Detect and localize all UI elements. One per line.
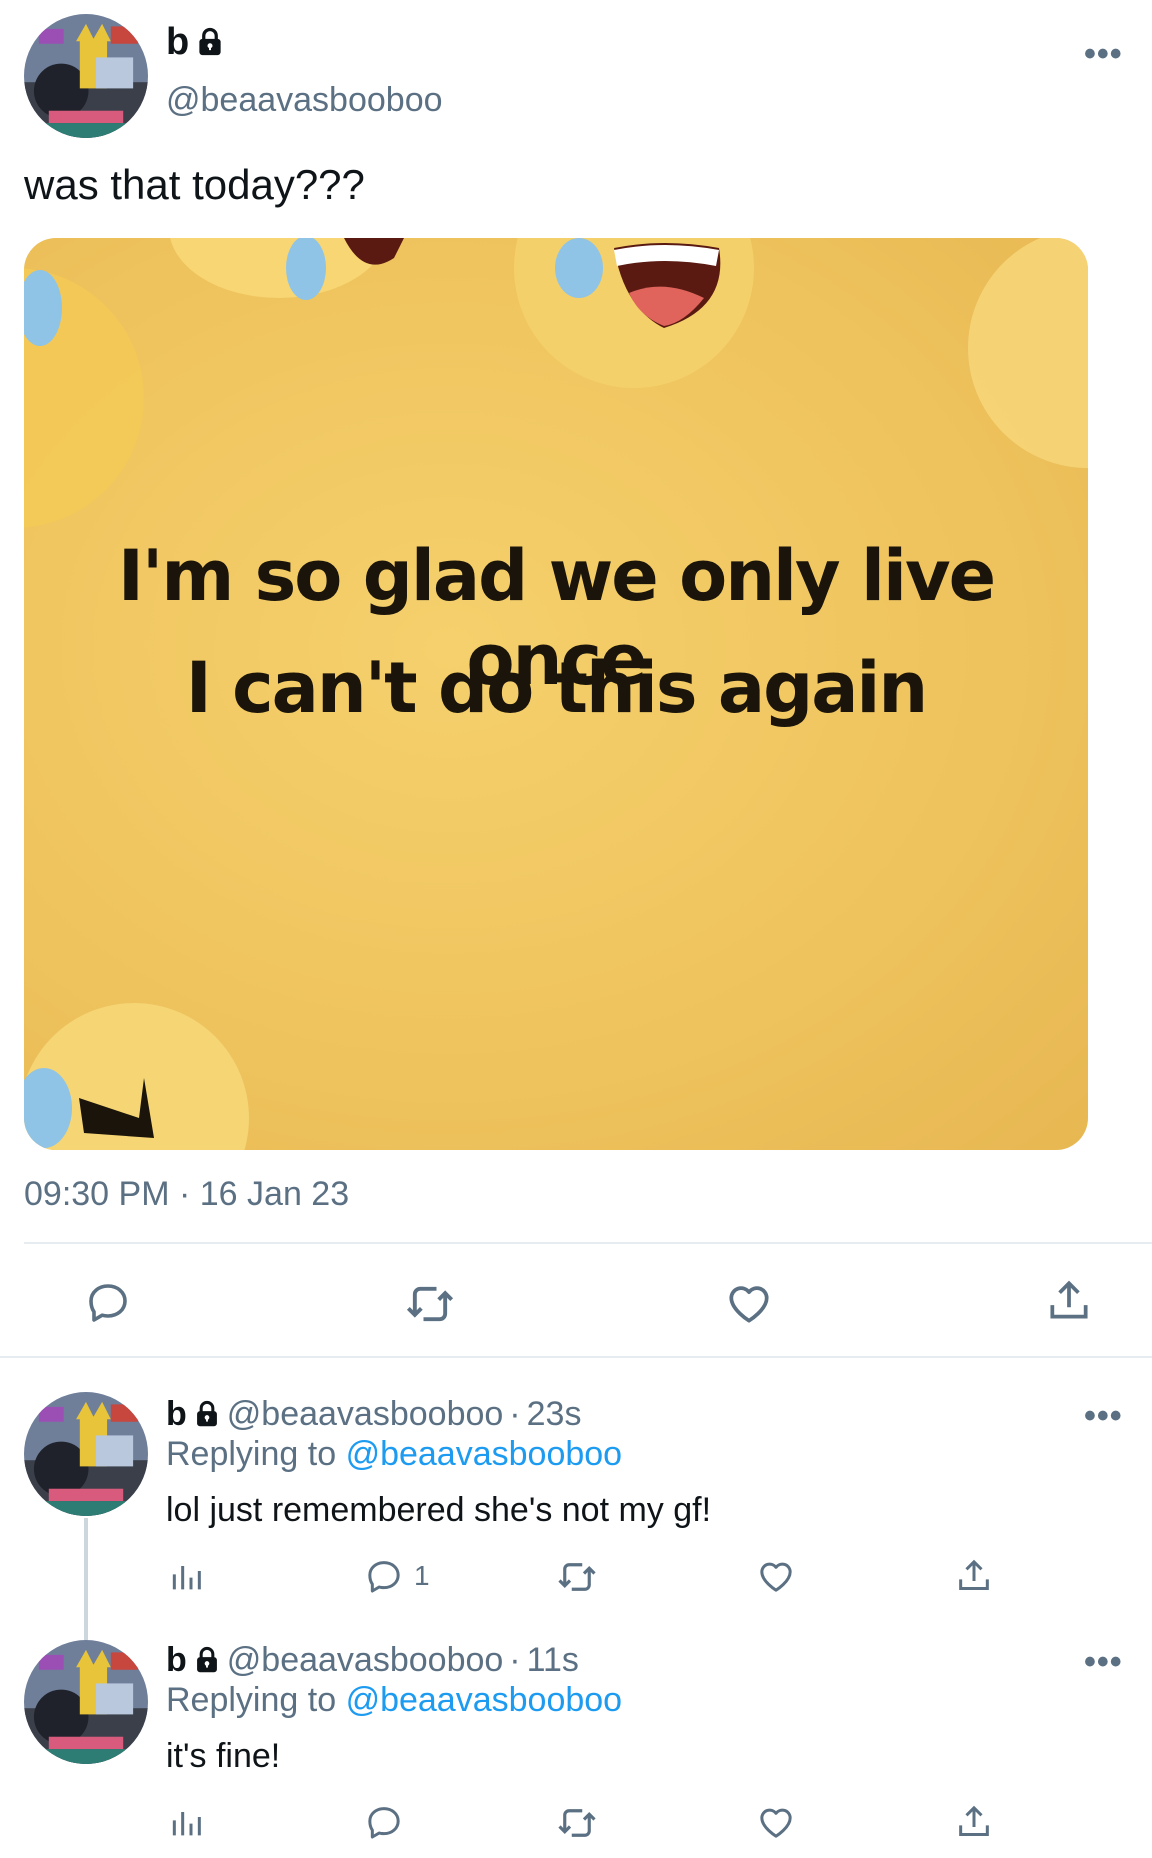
share-button[interactable] <box>954 1556 994 1596</box>
lock-icon <box>193 1646 221 1674</box>
like-icon <box>756 1556 796 1596</box>
avatar[interactable] <box>24 1640 148 1764</box>
share-icon <box>1044 1276 1094 1326</box>
like-icon <box>724 1278 774 1328</box>
timestamp-separator: · <box>178 1175 191 1213</box>
divider <box>24 1242 1152 1244</box>
reply-text: it's fine! <box>166 1737 281 1775</box>
header-separator: · <box>509 1395 521 1433</box>
reply-age[interactable]: 23s <box>527 1394 582 1434</box>
like-button[interactable] <box>756 1556 796 1596</box>
replying-to-prefix: Replying to <box>166 1681 337 1719</box>
lock-icon <box>195 27 225 57</box>
analytics-button[interactable] <box>166 1802 206 1842</box>
retweet-button[interactable] <box>404 1278 456 1330</box>
like-button[interactable] <box>724 1278 774 1328</box>
retweet-icon <box>556 1802 598 1844</box>
replying-to-prefix: Replying to <box>166 1435 337 1473</box>
analytics-icon <box>166 1802 206 1842</box>
reply-icon <box>364 1556 404 1596</box>
display-name[interactable]: b <box>166 1394 187 1434</box>
tweet-date: 16 Jan 23 <box>199 1175 350 1213</box>
thread-line <box>84 1518 88 1640</box>
author-handle[interactable]: @beaavasbooboo <box>227 1394 504 1434</box>
more-icon[interactable]: ••• <box>1084 37 1123 71</box>
author-handle[interactable]: @beaavasbooboo <box>227 1640 504 1680</box>
retweet-icon <box>404 1278 456 1330</box>
display-name[interactable]: b <box>166 1640 187 1680</box>
reply-header: b @beaavasbooboo · 23s <box>166 1394 581 1434</box>
more-icon[interactable]: ••• <box>1084 1645 1123 1679</box>
share-button[interactable] <box>954 1802 994 1842</box>
retweet-button[interactable] <box>556 1556 598 1598</box>
share-icon <box>954 1556 994 1596</box>
header-separator: · <box>509 1641 521 1679</box>
share-button[interactable] <box>1044 1276 1094 1326</box>
tweet-time: 09:30 PM <box>24 1175 170 1213</box>
avatar[interactable] <box>24 14 148 138</box>
author-name[interactable]: b <box>166 20 225 64</box>
tweet-timestamp[interactable]: 09:30 PM · 16 Jan 23 <box>24 1172 349 1216</box>
analytics-icon <box>166 1556 206 1596</box>
avatar[interactable] <box>24 1392 148 1516</box>
reply-age[interactable]: 11s <box>527 1640 579 1680</box>
reply-button[interactable] <box>364 1802 414 1842</box>
display-name: b <box>166 21 190 63</box>
more-icon[interactable]: ••• <box>1084 1399 1123 1433</box>
reply-count: 1 <box>414 1560 430 1591</box>
tweet-image[interactable]: I'm so glad we only live once I can't do… <box>24 238 1088 1150</box>
like-button[interactable] <box>756 1802 796 1842</box>
reply-header: b @beaavasbooboo · 11s <box>166 1640 579 1680</box>
image-text-line-2: I can't do this again <box>185 647 929 729</box>
reply-button[interactable]: 1 <box>364 1556 430 1596</box>
retweet-button[interactable] <box>556 1802 598 1844</box>
reply-icon <box>84 1278 132 1326</box>
replying-to: Replying to @beaavasbooboo <box>166 1434 622 1474</box>
replying-to-handle[interactable]: @beaavasbooboo <box>346 1435 623 1473</box>
share-icon <box>954 1802 994 1842</box>
tweet-text: was that today??? <box>24 161 365 208</box>
reply-icon <box>364 1802 404 1842</box>
reply-button[interactable] <box>84 1278 132 1326</box>
divider <box>0 1356 1152 1358</box>
replying-to: Replying to @beaavasbooboo <box>166 1680 622 1720</box>
replying-to-handle[interactable]: @beaavasbooboo <box>346 1681 623 1719</box>
retweet-icon <box>556 1556 598 1598</box>
author-handle[interactable]: @beaavasbooboo <box>166 78 443 122</box>
lock-icon <box>193 1400 221 1428</box>
like-icon <box>756 1802 796 1842</box>
reply-text: lol just remembered she's not my gf! <box>166 1491 712 1529</box>
analytics-button[interactable] <box>166 1556 206 1596</box>
